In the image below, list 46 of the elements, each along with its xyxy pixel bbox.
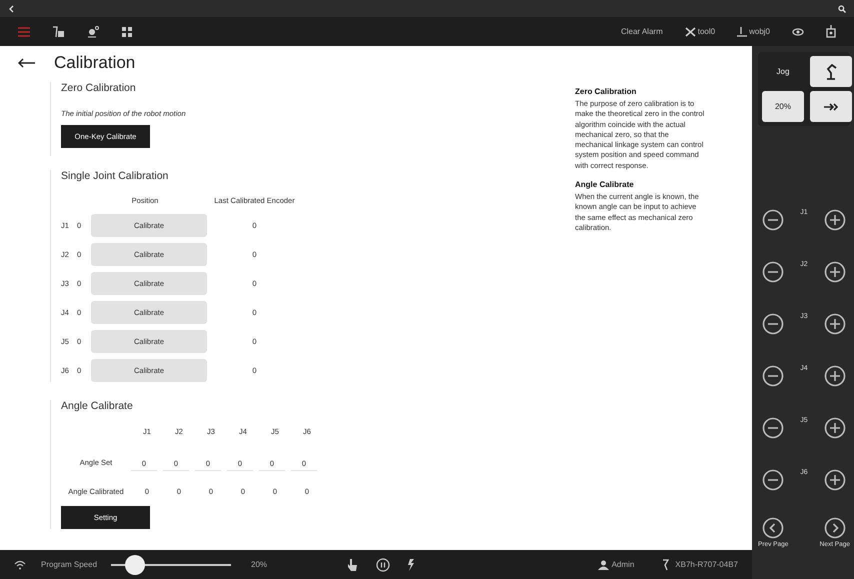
tools-icon	[684, 26, 696, 36]
speed-button[interactable]: 20%	[762, 91, 804, 122]
plus-icon[interactable]	[824, 209, 846, 231]
help-heading: Angle Calibrate	[575, 180, 635, 190]
wobj-selector[interactable]: wobj0	[737, 26, 770, 36]
robot-mode-button[interactable]	[810, 56, 852, 87]
prev-page-icon[interactable]	[762, 517, 784, 539]
step-button[interactable]	[810, 91, 852, 122]
slider-thumb[interactable]	[125, 554, 146, 574]
jog-mode-button[interactable]: Jog	[762, 56, 804, 87]
plus-icon[interactable]	[824, 365, 846, 387]
clear-alarm-button[interactable]: Clear Alarm	[620, 27, 663, 36]
user-icon	[598, 560, 609, 570]
next-page-icon[interactable]	[824, 517, 846, 539]
tool-selector[interactable]: tool0	[684, 26, 716, 36]
plus-icon[interactable]	[824, 417, 846, 439]
page-title: Calibration	[54, 53, 136, 73]
minus-icon[interactable]	[762, 261, 784, 283]
plus-icon[interactable]	[824, 313, 846, 335]
hand-pointer-icon[interactable]	[347, 558, 358, 570]
section-heading: Angle Calibrate	[61, 400, 133, 412]
program-speed-label: Program Speed	[41, 560, 98, 569]
help-heading: Zero Calibration	[575, 87, 638, 96]
pause-icon[interactable]	[376, 558, 390, 572]
plus-icon[interactable]	[824, 469, 846, 491]
section-heading: Zero Calibration	[61, 82, 136, 94]
search-icon[interactable]	[838, 4, 846, 12]
grid-icon[interactable]	[122, 26, 132, 36]
minus-icon[interactable]	[762, 469, 784, 491]
minus-icon[interactable]	[762, 313, 784, 335]
back-arrow-icon[interactable]	[18, 58, 36, 68]
double-arrow-icon	[824, 102, 838, 110]
user-label: Admin	[598, 560, 634, 570]
speed-reading: 20%	[251, 560, 268, 569]
section-heading: Single Joint Calibration	[61, 170, 168, 182]
robot-id-label: XB7h-R707-04B7	[662, 558, 738, 570]
plus-icon[interactable]	[824, 261, 846, 283]
wifi-icon	[14, 560, 26, 570]
back-icon[interactable]	[8, 4, 14, 12]
minus-icon[interactable]	[762, 365, 784, 387]
menu-icon[interactable]	[18, 26, 30, 36]
lightning-icon[interactable]	[408, 558, 416, 570]
eye-icon[interactable]	[792, 26, 804, 36]
minus-icon[interactable]	[762, 417, 784, 439]
teach-pendant-icon[interactable]	[826, 25, 836, 38]
minus-icon[interactable]	[762, 209, 784, 231]
